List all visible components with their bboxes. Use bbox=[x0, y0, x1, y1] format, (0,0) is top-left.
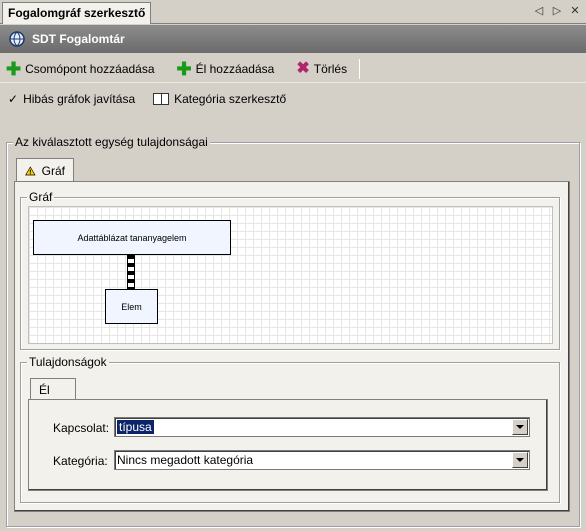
delete-button[interactable]: ✖ Törlés bbox=[296, 59, 348, 77]
kategoria-label: Kategória: bbox=[53, 454, 108, 468]
add-node-label: Csomópont hozzáadása bbox=[25, 61, 155, 76]
tab-graph-label: Gráf bbox=[41, 163, 65, 178]
add-edge-button[interactable]: ✚ Él hozzáadása bbox=[176, 58, 275, 79]
document-tab[interactable]: Fogalomgráf szerkesztő bbox=[2, 2, 152, 24]
tab-graph[interactable]: Gráf bbox=[16, 158, 74, 182]
plus-icon: ✚ bbox=[6, 58, 22, 79]
secondary-toolbar: ✓ Hibás gráfok javítása Kategória szerke… bbox=[0, 86, 586, 112]
kategoria-value: Nincs megadott kategória bbox=[117, 453, 254, 467]
selected-unit-properties-label: Az kiválasztott egység tulajdonságai bbox=[13, 135, 210, 149]
properties-group-label: Tulajdonságok bbox=[27, 355, 109, 369]
kapcsolat-label: Kapcsolat: bbox=[53, 421, 110, 435]
toolbar-separator bbox=[359, 58, 361, 79]
category-editor-button[interactable]: Kategória szerkesztő bbox=[153, 92, 286, 106]
scroll-right-icon[interactable]: ▷ bbox=[552, 4, 562, 17]
plus-icon: ✚ bbox=[176, 58, 192, 79]
category-editor-label: Kategória szerkesztő bbox=[174, 92, 287, 106]
document-tab-strip: Fogalomgráf szerkesztő ◁ ▷ ✕ bbox=[0, 0, 586, 24]
graph-canvas[interactable]: Adattáblázat tananyagelem Elem bbox=[28, 206, 553, 344]
add-edge-label: Él hozzáadása bbox=[195, 61, 275, 76]
book-icon bbox=[153, 93, 170, 105]
graph-edge[interactable] bbox=[127, 255, 135, 289]
gear-globe-icon bbox=[9, 31, 25, 47]
tab-edge-label: Él bbox=[39, 382, 50, 397]
header-title: SDT Fogalomtár bbox=[32, 32, 125, 46]
warning-icon bbox=[25, 165, 36, 175]
close-icon[interactable]: ✕ bbox=[570, 4, 580, 17]
header-bar: SDT Fogalomtár bbox=[0, 25, 586, 53]
kategoria-select[interactable]: Nincs megadott kategória bbox=[114, 450, 530, 470]
delete-icon: ✖ bbox=[296, 59, 310, 77]
kapcsolat-select[interactable]: típusa bbox=[114, 417, 530, 437]
fix-graphs-button[interactable]: ✓ Hibás gráfok javítása bbox=[8, 92, 135, 106]
kapcsolat-value: típusa bbox=[117, 420, 154, 434]
edge-tab-panel bbox=[28, 399, 548, 491]
chevron-down-icon[interactable] bbox=[512, 452, 528, 468]
chevron-down-icon[interactable] bbox=[512, 419, 528, 435]
graph-node[interactable]: Elem bbox=[105, 289, 158, 324]
tab-strip-controls: ◁ ▷ ✕ bbox=[534, 4, 580, 17]
graph-node[interactable]: Adattáblázat tananyagelem bbox=[33, 220, 231, 255]
add-node-button[interactable]: ✚ Csomópont hozzáadása bbox=[6, 58, 155, 79]
graph-group-label: Gráf bbox=[27, 190, 55, 204]
checkmark-icon: ✓ bbox=[8, 92, 19, 106]
delete-label: Törlés bbox=[313, 61, 348, 76]
scroll-left-icon[interactable]: ◁ bbox=[534, 4, 544, 17]
main-toolbar: ✚ Csomópont hozzáadása ✚ Él hozzáadása ✖… bbox=[0, 55, 586, 83]
fix-graphs-label: Hibás gráfok javítása bbox=[23, 92, 136, 106]
tab-edge[interactable]: Él bbox=[30, 378, 76, 400]
